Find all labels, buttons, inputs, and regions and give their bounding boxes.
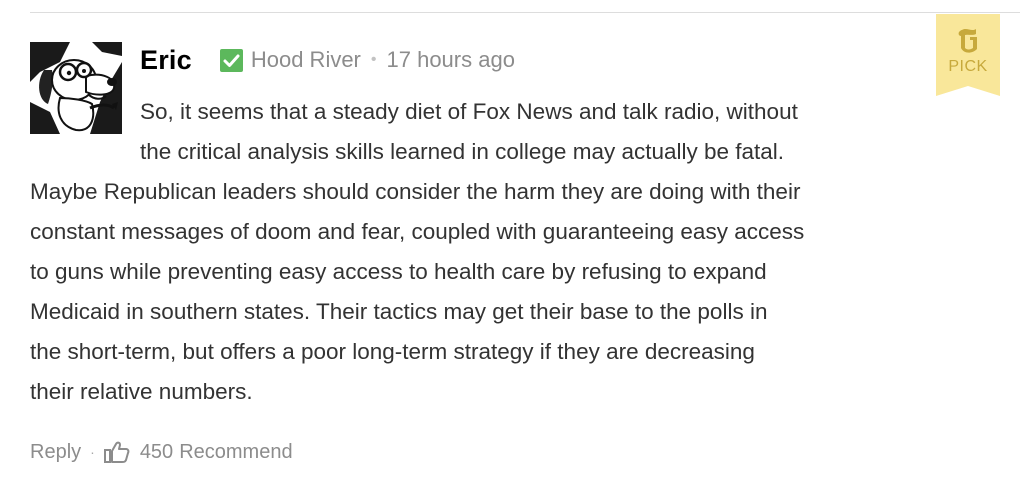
- recommend-count[interactable]: 450: [140, 441, 173, 464]
- meta-separator: •: [370, 51, 377, 68]
- reply-button[interactable]: Reply: [30, 441, 81, 464]
- comment-line: the short-term, but offers a poor long-t…: [30, 339, 755, 364]
- author-name[interactable]: Eric: [140, 45, 192, 76]
- comment-header: Eric Hood River • 17 hours ago: [140, 40, 515, 80]
- comment-line: constant messages of doom and fear, coup…: [30, 219, 805, 244]
- thumbs-up-icon[interactable]: [103, 440, 130, 464]
- comment-line: their relative numbers.: [30, 379, 253, 404]
- nyt-pick-badge: PICK: [936, 14, 1000, 96]
- comment-body: So, it seems that a steady diet of Fox N…: [30, 92, 910, 412]
- top-divider: [30, 12, 1020, 13]
- recommend-button[interactable]: Recommend: [179, 441, 292, 464]
- author-location: Hood River: [250, 47, 361, 72]
- nyt-t-logo-icon: [958, 29, 977, 53]
- comment-line: Medicaid in southern states. Their tacti…: [30, 299, 768, 324]
- comment-line: the critical analysis skills learned in …: [140, 139, 785, 164]
- comment-line: So, it seems that a steady diet of Fox N…: [140, 99, 798, 124]
- pick-label: PICK: [948, 58, 988, 75]
- action-separator: ·: [90, 444, 95, 460]
- checkmark-square-icon: [219, 48, 243, 72]
- comment-line: to guns while preventing easy access to …: [30, 259, 767, 284]
- comment-line: Maybe Republican leaders should consider…: [30, 179, 801, 204]
- comment-timestamp: 17 hours ago: [386, 47, 515, 72]
- comment-actions: Reply · 450 Recommend: [30, 436, 293, 468]
